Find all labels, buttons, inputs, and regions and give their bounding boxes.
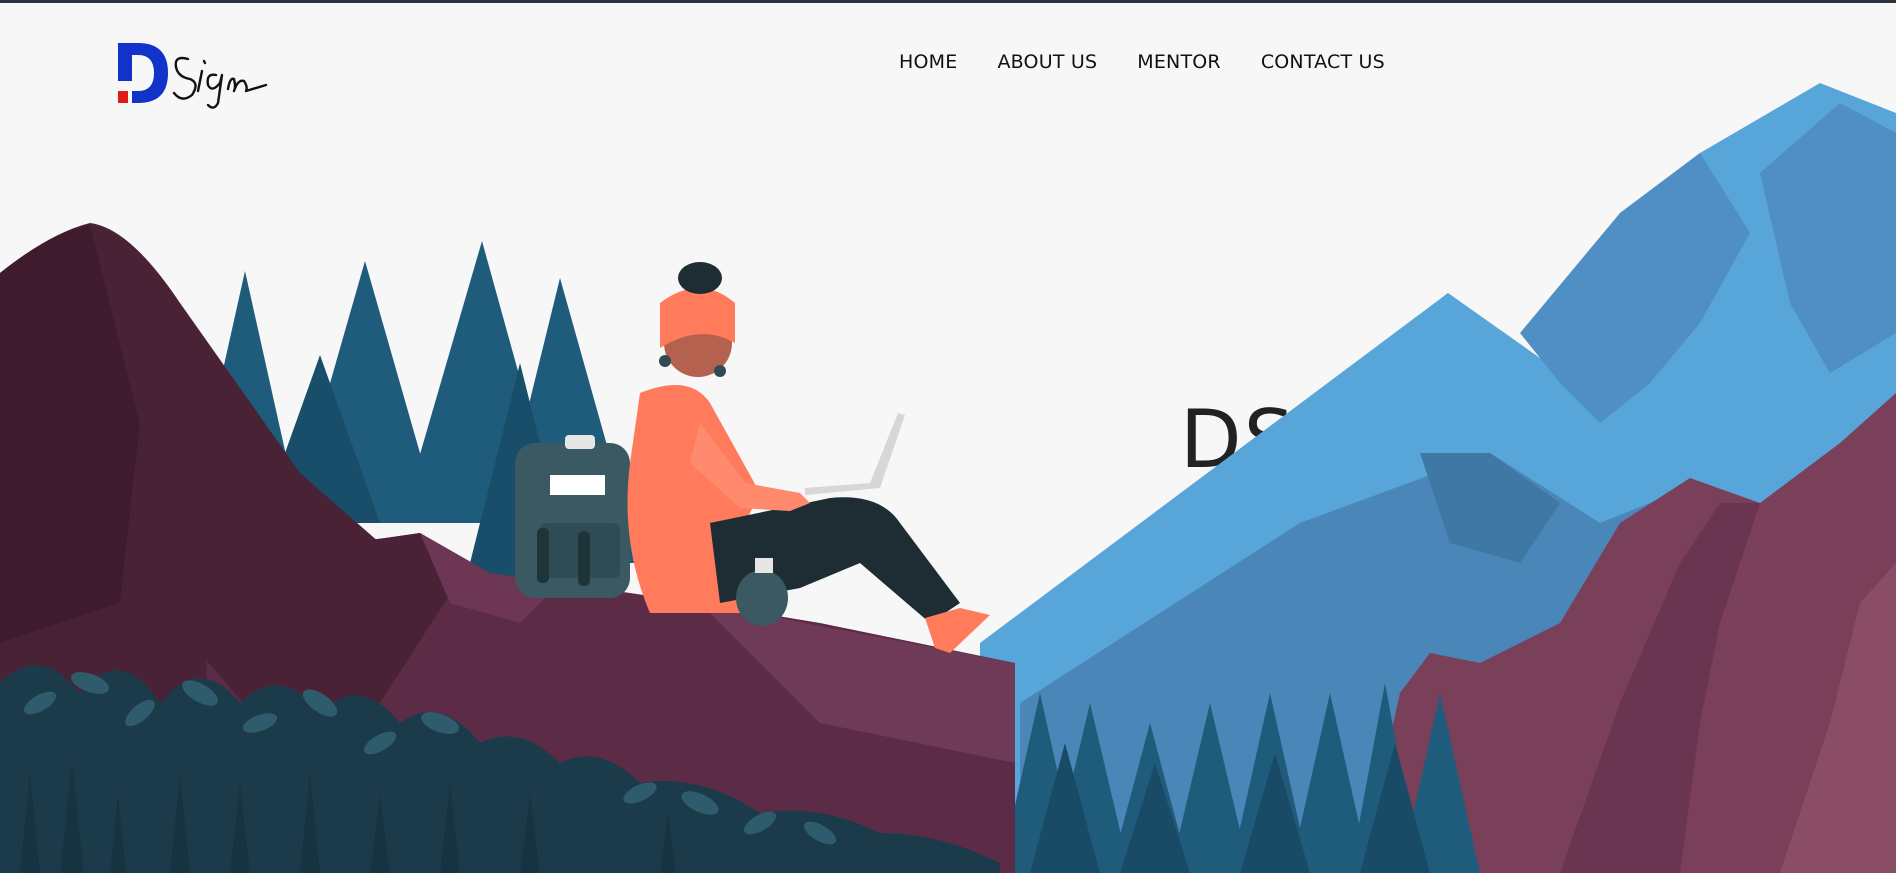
site-header: HOME ABOUT US MENTOR CONTACT US (0, 3, 1896, 133)
hero-illustration (0, 83, 1896, 873)
brand-logo[interactable] (116, 41, 276, 113)
nav-about-us[interactable]: ABOUT US (997, 51, 1097, 73)
nav-contact-us[interactable]: CONTACT US (1261, 51, 1385, 73)
character-illustration (515, 262, 990, 653)
nav-mentor[interactable]: MENTOR (1137, 51, 1221, 73)
main-nav: HOME ABOUT US MENTOR CONTACT US (899, 51, 1385, 73)
nav-home[interactable]: HOME (899, 51, 957, 73)
